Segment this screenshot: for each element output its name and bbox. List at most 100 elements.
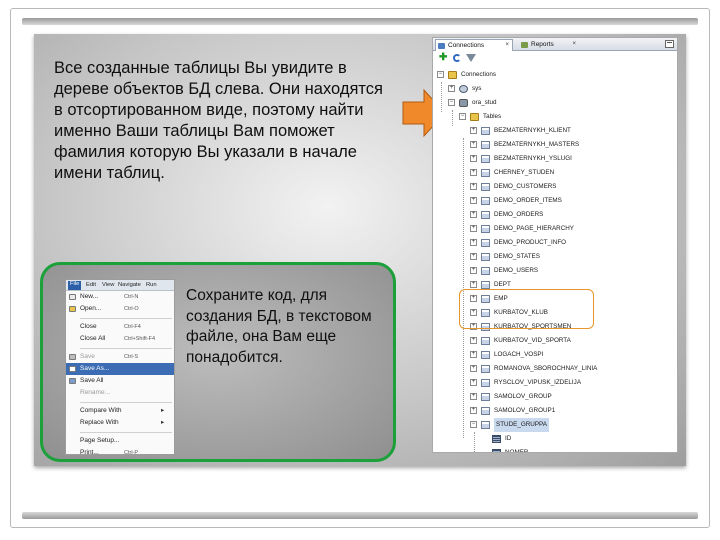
- kurbatov-tables-highlight: [459, 289, 594, 329]
- tree-node-row[interactable]: − Tables: [433, 110, 677, 124]
- column-icon: [492, 449, 501, 452]
- menu-item-save[interactable]: Save Ctrl-S: [66, 351, 174, 363]
- expand-icon[interactable]: +: [470, 155, 477, 162]
- menubar-run[interactable]: Run: [146, 282, 157, 288]
- menu-item-close-all[interactable]: Close All Ctrl+Shift-F4: [66, 333, 174, 345]
- refresh-icon[interactable]: [453, 54, 461, 62]
- expand-icon[interactable]: +: [470, 239, 477, 246]
- tree-node-row[interactable]: + sys: [433, 82, 677, 96]
- expand-icon[interactable]: +: [470, 141, 477, 148]
- tree-node-row[interactable]: + SAMOLOV_GROUP: [433, 390, 677, 404]
- expand-icon[interactable]: +: [470, 169, 477, 176]
- tree-node-row[interactable]: + RYSCLOV_VIPUSK_IZDELIJA: [433, 376, 677, 390]
- menu-item-save-as[interactable]: Save As...: [66, 363, 174, 375]
- tree-node-row[interactable]: + DEMO_PRODUCT_INFO: [433, 236, 677, 250]
- menu-item-close[interactable]: Close Ctrl-F4: [66, 321, 174, 333]
- conn-icon: [459, 85, 468, 93]
- connections-panel: Connections × Reports × ✚ − Connections + s…: [432, 37, 678, 453]
- tree-column-row[interactable]: ID: [433, 432, 677, 446]
- menubar-navigate[interactable]: Navigate: [118, 282, 141, 288]
- file-menu-items: New... Ctrl-N Open... Ctrl-O Close Ctrl-F4 Clo…: [66, 291, 174, 454]
- menu-item-label: New...: [80, 293, 99, 300]
- close-icon[interactable]: ×: [505, 40, 509, 51]
- submenu-arrow-icon: ▸: [161, 419, 165, 426]
- expand-icon[interactable]: +: [470, 183, 477, 190]
- menubar-file[interactable]: File: [68, 281, 82, 290]
- tab-connections-label: Connections: [448, 42, 485, 49]
- tree-node-row[interactable]: + ROMANOVA_SBOROCHNAY_LINIA: [433, 362, 677, 376]
- menubar: File Edit View Navigate Run: [66, 280, 174, 291]
- expand-icon[interactable]: +: [470, 127, 477, 134]
- tree-node-row[interactable]: + BEZMATERNYKH_YSLUGI: [433, 152, 677, 166]
- expand-icon[interactable]: +: [470, 393, 477, 400]
- open-folder-icon: [69, 306, 76, 312]
- expand-icon[interactable]: +: [470, 379, 477, 386]
- menu-item-compare-with[interactable]: Compare With ▸: [66, 405, 174, 417]
- menu-item-new[interactable]: New... Ctrl-N: [66, 291, 174, 303]
- tree-node-row[interactable]: + CHERNEY_STUDEN: [433, 166, 677, 180]
- collapse-icon[interactable]: −: [437, 71, 444, 78]
- tree-node-row[interactable]: − STUDE_GRUPPA: [433, 418, 677, 432]
- tab-reports-label: Reports: [531, 41, 554, 48]
- tree-node-row[interactable]: + KURBATOV_VID_SPORTA: [433, 334, 677, 348]
- tree-node-row[interactable]: + DEMO_USERS: [433, 264, 677, 278]
- close-icon[interactable]: ×: [572, 39, 576, 50]
- tree-column-row[interactable]: NOMER: [433, 446, 677, 452]
- tree-node-label: Connections: [461, 71, 497, 78]
- tree-node-row[interactable]: − ora_stud: [433, 96, 677, 110]
- table-icon: [481, 239, 490, 247]
- expand-icon[interactable]: +: [470, 337, 477, 344]
- tree-node-row[interactable]: + DEMO_PAGE_HIERARCHY: [433, 222, 677, 236]
- tree-node-label: sys: [472, 85, 482, 92]
- menu-item-open[interactable]: Open... Ctrl-O: [66, 303, 174, 315]
- expand-icon[interactable]: +: [470, 281, 477, 288]
- expand-icon[interactable]: +: [448, 85, 455, 92]
- expand-icon[interactable]: +: [470, 253, 477, 260]
- menu-item-save-all[interactable]: Save All: [66, 375, 174, 387]
- table-icon: [481, 351, 490, 359]
- menu-item-label: Close: [80, 323, 97, 330]
- tree-node-row[interactable]: + LOGACH_VOSPI: [433, 348, 677, 362]
- expand-icon[interactable]: +: [470, 407, 477, 414]
- filter-icon[interactable]: [466, 54, 476, 62]
- menu-item-shortcut: Ctrl-N: [124, 294, 139, 300]
- menu-item-label: Page Setup...: [80, 437, 120, 444]
- menu-item-replace-with[interactable]: Replace With ▸: [66, 417, 174, 429]
- expand-icon[interactable]: +: [470, 197, 477, 204]
- expand-icon[interactable]: +: [470, 225, 477, 232]
- tree-node-label: SAMOLOV_GROUP: [494, 393, 552, 400]
- tree-node-row[interactable]: + DEMO_STATES: [433, 250, 677, 264]
- menu-item-page-setup[interactable]: Page Setup...: [66, 435, 174, 447]
- tab-reports[interactable]: Reports ×: [519, 39, 579, 51]
- tree-node-row[interactable]: + DEMO_ORDERS: [433, 208, 677, 222]
- menubar-edit[interactable]: Edit: [86, 282, 96, 288]
- minimize-icon[interactable]: [665, 40, 674, 48]
- table-icon: [481, 337, 490, 345]
- tree-node-label: SAMOLOV_GROUP1: [494, 407, 556, 414]
- tree-node-row[interactable]: + SAMOLOV_GROUP1: [433, 404, 677, 418]
- collapse-icon[interactable]: −: [448, 99, 455, 106]
- expand-icon[interactable]: +: [470, 351, 477, 358]
- bottom-rail: [22, 512, 698, 519]
- expand-icon[interactable]: +: [470, 211, 477, 218]
- add-connection-icon[interactable]: ✚: [439, 52, 447, 63]
- menu-item-print[interactable]: Print... Ctrl-P: [66, 447, 174, 454]
- tree-guide-line: [463, 138, 464, 438]
- expand-icon[interactable]: +: [470, 365, 477, 372]
- tree-node-row[interactable]: + BEZMATERNYKH_KLIENT: [433, 124, 677, 138]
- tree-node-row[interactable]: + DEMO_ORDER_ITEMS: [433, 194, 677, 208]
- menu-item-shortcut: Ctrl-S: [124, 354, 139, 360]
- tree-node-label: ora_stud: [472, 99, 497, 106]
- tree-node-row[interactable]: + DEMO_CUSTOMERS: [433, 180, 677, 194]
- menu-item-label: Close All: [80, 335, 106, 342]
- tree-node-row[interactable]: + BEZMATERNYKH_MASTERS: [433, 138, 677, 152]
- collapse-icon[interactable]: −: [459, 113, 466, 120]
- collapse-icon[interactable]: −: [470, 421, 477, 428]
- menubar-view[interactable]: View: [102, 282, 114, 288]
- file-menu-screenshot: File Edit View Navigate Run New... Ctrl-N Open…: [65, 279, 175, 455]
- tab-connections[interactable]: Connections ×: [435, 39, 513, 51]
- expand-icon[interactable]: +: [470, 267, 477, 274]
- menu-item-label: Replace With: [80, 419, 119, 426]
- menu-item-rename[interactable]: Rename...: [66, 387, 174, 399]
- tree-node-row[interactable]: − Connections: [433, 68, 677, 82]
